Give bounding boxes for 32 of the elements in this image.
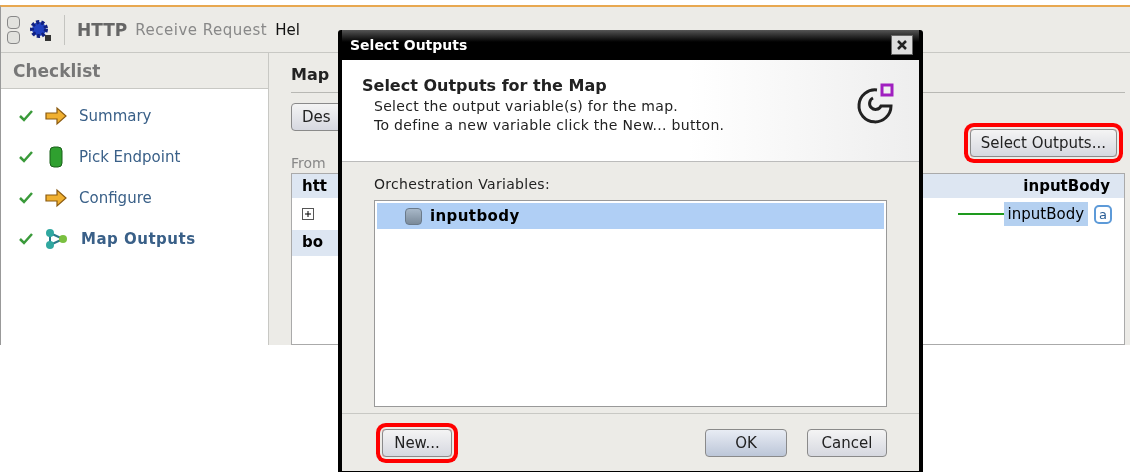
checklist-item[interactable]: Summary (79, 106, 152, 125)
mapping-line (957, 213, 1004, 215)
cancel-button[interactable]: Cancel (807, 428, 887, 457)
type-badge: a (1094, 204, 1112, 224)
checkbox[interactable] (405, 207, 422, 225)
dialog-heading: Select Outputs for the Map (362, 76, 608, 95)
activity-name: Hel (275, 20, 300, 39)
checklist-item[interactable]: Pick Endpoint (79, 147, 181, 166)
network-icon (45, 227, 69, 250)
target-header: inputBody (1023, 177, 1110, 195)
variable-name: inputbody (430, 207, 520, 225)
list-label: Orchestration Variables: (374, 176, 551, 192)
dialog-title: Select Outputs (350, 37, 468, 53)
arrow-icon (45, 105, 67, 126)
checklist-item[interactable]: Map Outputs (81, 229, 196, 248)
restore-button[interactable] (7, 15, 20, 29)
ok-button[interactable]: OK (705, 428, 787, 457)
activity-type: Receive Request (135, 20, 268, 39)
arrow-icon (45, 187, 67, 208)
product-name: HTTP (77, 19, 128, 40)
source-header: htt (302, 177, 328, 195)
target-field[interactable]: inputBody (1003, 202, 1089, 226)
expand-icon (302, 208, 314, 220)
variable-row[interactable]: inputbody (377, 203, 884, 229)
instruction-text: Select the output variable(s) for the map. (373, 98, 680, 114)
checklist-item[interactable]: Configure (79, 188, 152, 207)
from-label: From (291, 155, 327, 171)
close-button[interactable] (891, 35, 913, 55)
instruction-text: To define a new variable click the New... button. (373, 117, 725, 133)
close-icon (896, 39, 908, 51)
gear-icon (28, 17, 52, 42)
collapse-button[interactable] (7, 30, 20, 44)
